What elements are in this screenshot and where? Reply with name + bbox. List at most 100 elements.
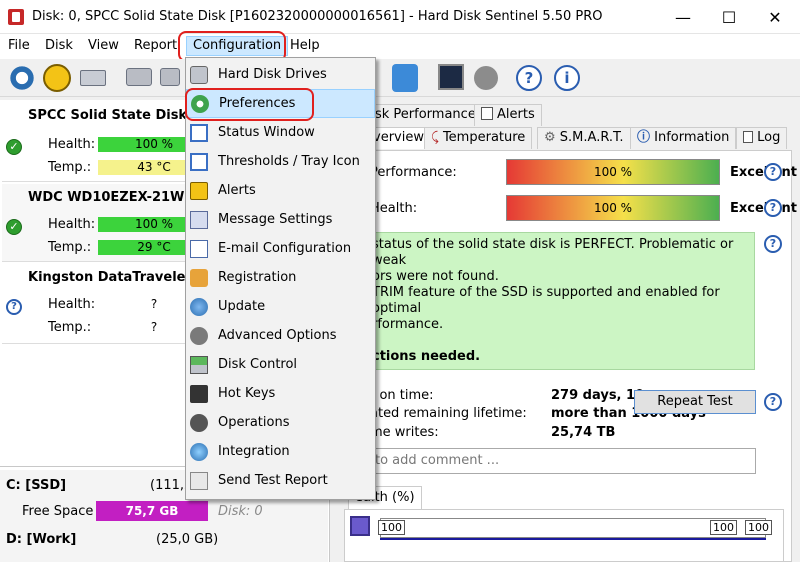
menu-item-label: Alerts (218, 183, 256, 198)
graph-value: 100 (710, 520, 737, 535)
menu-item-label: E-mail Configuration (218, 241, 352, 256)
network-icon[interactable] (392, 64, 418, 92)
integration-icon (190, 442, 208, 461)
performance-help-icon[interactable]: ? (764, 163, 782, 181)
free-space-label: Free Space (22, 504, 94, 519)
minimize-button[interactable]: — (660, 0, 706, 34)
menu-report[interactable]: Report (128, 37, 183, 57)
email-icon (190, 239, 208, 258)
info-icon[interactable]: i (554, 65, 580, 91)
title-bar: Disk: 0, SPCC Solid State Disk [P1602320… (0, 0, 800, 34)
menu-item-label: Thresholds / Tray Icon (218, 154, 360, 169)
tab-alerts-label: Alerts (497, 107, 535, 122)
close-button[interactable]: ✕ (752, 0, 798, 34)
menu-item-label: Disk Control (218, 357, 298, 372)
menu-item-advanced-options[interactable]: Advanced Options (186, 321, 375, 350)
alert-icon (190, 181, 208, 200)
menu-item-hard-disk-drives[interactable]: Hard Disk Drives (186, 60, 375, 89)
smart-icon: ⚙ (544, 130, 556, 145)
tab-information[interactable]: ⓘ Information (630, 127, 737, 149)
menu-item-label: Send Test Report (218, 473, 328, 488)
menu-item-status-window[interactable]: Status Window (186, 118, 375, 147)
menu-file[interactable]: File (2, 37, 36, 57)
menu-item-label: Update (218, 299, 266, 314)
menu-item-message-settings[interactable]: Message Settings (186, 205, 375, 234)
settings-disk-icon[interactable] (126, 68, 152, 86)
menu-help[interactable]: Help (284, 37, 326, 57)
disk-control-icon (190, 355, 208, 374)
tab-smart-label: S.M.A.R.T. (559, 130, 624, 145)
health-help-icon[interactable]: ? (764, 199, 782, 217)
menu-item-update[interactable]: Update (186, 292, 375, 321)
performance-bar: 100 % (506, 159, 720, 185)
status-line: TRIM feature of the SSD is supported and… (372, 285, 720, 316)
disk-name: Kingston DataTraveler 3. (28, 270, 211, 285)
alerts-icon (481, 107, 493, 120)
log-icon (743, 131, 753, 143)
information-icon: ⓘ (637, 130, 651, 145)
volume-disk: Disk: 0 (218, 504, 263, 519)
menu-item-label: Operations (218, 415, 290, 430)
menu-item-label: Hot Keys (218, 386, 276, 401)
registration-icon (190, 268, 208, 287)
alert-icon[interactable] (43, 64, 71, 92)
tab-alerts[interactable]: Alerts (474, 104, 542, 126)
menu-item-operations[interactable]: Operations (186, 408, 375, 437)
speaker-icon[interactable] (474, 66, 498, 90)
app-icon (8, 9, 24, 25)
menu-item-thresholds[interactable]: Thresholds / Tray Icon (186, 147, 375, 176)
repeat-test-help-icon[interactable]: ? (764, 393, 782, 411)
menu-item-alerts[interactable]: Alerts (186, 176, 375, 205)
menu-view[interactable]: View (82, 37, 125, 57)
temp-label: Temp.: (48, 160, 92, 175)
operations-icon (190, 413, 208, 432)
writes-value: 25,74 TB (551, 425, 616, 440)
volume-name: C: [SSD] (6, 478, 67, 493)
status-line: rformance. (372, 317, 444, 332)
comment-input[interactable]: to add comment ... (366, 448, 756, 474)
menu-item-label: Registration (218, 270, 297, 285)
volume-row-d[interactable]: D: [Work] (25,0 GB) (0, 528, 328, 562)
temp-label: Temp.: (48, 240, 92, 255)
help-icon[interactable]: ? (516, 65, 542, 91)
graph-plot (380, 518, 766, 538)
maximize-button[interactable]: ☐ (706, 0, 752, 34)
menu-item-email-configuration[interactable]: E-mail Configuration (186, 234, 375, 263)
tab-temperature[interactable]: ⤹ Temperature (424, 127, 533, 149)
power-on-label: r on time: (370, 388, 434, 403)
tab-log-label: Log (757, 130, 781, 145)
menu-item-registration[interactable]: Registration (186, 263, 375, 292)
menu-item-label: Advanced Options (218, 328, 337, 343)
menu-item-label: Message Settings (218, 212, 333, 227)
save-graph-icon[interactable] (350, 516, 370, 536)
thermometer-icon: ⤹ (431, 130, 439, 145)
hard-disk-icon (190, 65, 208, 84)
hotkeys-icon (190, 384, 208, 403)
settings-disk-icon-2[interactable] (160, 68, 180, 86)
menu-item-label: Hard Disk Drives (218, 67, 327, 82)
temp-label: Temp.: (48, 320, 92, 335)
repeat-test-button[interactable]: Repeat Test (634, 390, 756, 414)
tab-log[interactable]: Log (736, 127, 788, 149)
health-label: Health: (48, 137, 96, 152)
menu-item-disk-control[interactable]: Disk Control (186, 350, 375, 379)
ok-check-icon: ✓ (6, 219, 22, 235)
tab-disk-performance[interactable]: sk Performance (368, 104, 483, 126)
menu-item-hot-keys[interactable]: Hot Keys (186, 379, 375, 408)
refresh-icon[interactable] (8, 64, 36, 92)
power-on-value: 279 days, 10 (551, 388, 645, 403)
tab-temperature-label: Temperature (442, 130, 526, 145)
health-bar: 100 % (506, 195, 720, 221)
menu-item-label: Status Window (218, 125, 315, 140)
chart-icon[interactable] (438, 64, 464, 90)
disk-icon[interactable] (80, 70, 106, 86)
menu-item-send-test-report[interactable]: Send Test Report (186, 466, 375, 495)
performance-label: Performance: (370, 165, 457, 180)
menu-item-integration[interactable]: Integration (186, 437, 375, 466)
tab-smart[interactable]: ⚙ S.M.A.R.T. (537, 127, 631, 149)
graph-value: 100 (378, 520, 405, 535)
status-action: ctions needed. (372, 349, 481, 364)
status-help-icon[interactable]: ? (764, 235, 782, 253)
menu-disk[interactable]: Disk (39, 37, 79, 57)
configuration-dropdown: Hard Disk Drives Preferences Status Wind… (185, 57, 376, 500)
